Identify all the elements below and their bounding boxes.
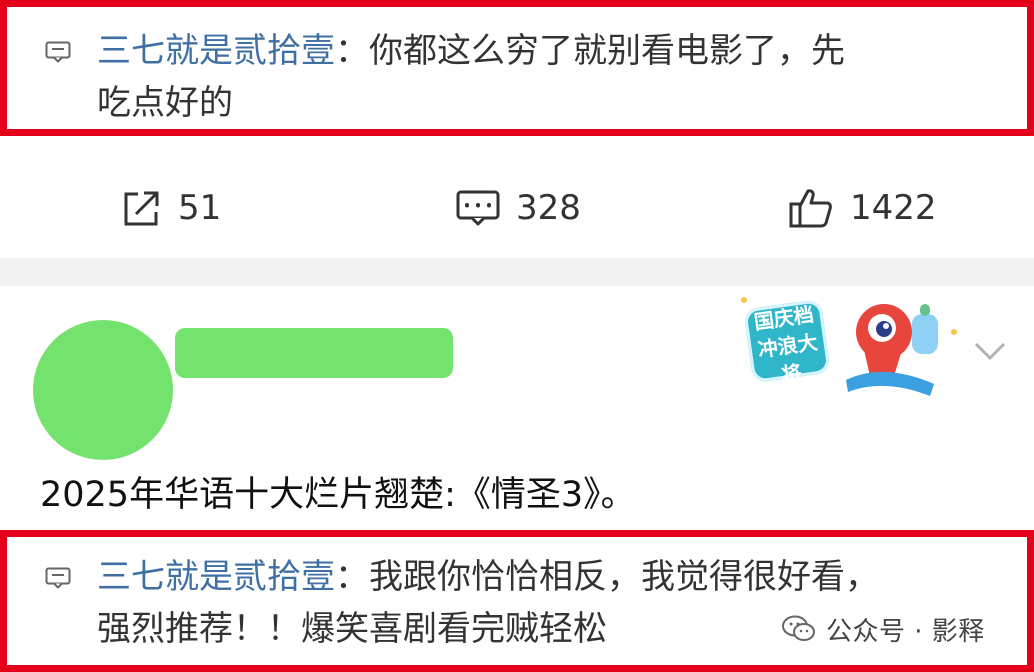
comment-count: 328	[516, 188, 581, 228]
watermark-text: 公众号 · 影释	[826, 616, 985, 647]
bottom-comment-box[interactable]: 三七就是贰拾壹：我跟你恰恰相反，我觉得很好看， 强烈推荐！！爆笑喜剧看完贼轻松 …	[0, 530, 1034, 672]
comment-separator: ：	[335, 31, 369, 71]
section-divider	[0, 258, 1034, 286]
watermark: 公众号 · 影释	[782, 609, 985, 649]
username-placeholder[interactable]	[175, 328, 453, 378]
comment-text-line1: 我跟你恰恰相反，我觉得很好看，	[369, 557, 879, 597]
top-comment-text: 三七就是贰拾壹：你都这么穷了就别看电影了，先 吃点好的	[97, 25, 997, 129]
wechat-icon	[782, 615, 815, 641]
comment-button[interactable]: 328	[456, 186, 581, 230]
comment-separator: ：	[335, 557, 369, 597]
share-icon	[124, 191, 159, 226]
comment-icon	[45, 567, 71, 589]
post-text: 2025年华语十大烂片翘楚:《情圣3》。	[40, 475, 636, 515]
avatar[interactable]	[33, 320, 173, 460]
event-badge-line2: 冲浪大将	[756, 329, 820, 387]
comment-text-line1: 你都这么穷了就别看电影了，先	[369, 31, 845, 71]
comment-icon	[45, 41, 71, 63]
share-count: 51	[178, 188, 222, 228]
top-comment-box[interactable]: 三七就是贰拾壹：你都这么穷了就别看电影了，先 吃点好的	[0, 0, 1034, 136]
comment-author[interactable]: 三七就是贰拾壹	[97, 557, 335, 597]
like-count: 1422	[850, 188, 937, 228]
comment-icon	[456, 190, 500, 226]
thumbs-up-icon	[789, 189, 832, 228]
comment-author[interactable]: 三七就是贰拾壹	[97, 31, 335, 71]
like-button[interactable]: 1422	[788, 186, 937, 230]
event-badge-label: 国庆档 冲浪大将	[743, 298, 831, 387]
share-button[interactable]: 51	[120, 186, 221, 230]
comment-text-line2: 强烈推荐！！爆笑喜剧看完贼轻松	[97, 609, 607, 649]
chevron-down-icon[interactable]	[973, 340, 1007, 362]
comment-text-line2: 吃点好的	[97, 83, 233, 123]
